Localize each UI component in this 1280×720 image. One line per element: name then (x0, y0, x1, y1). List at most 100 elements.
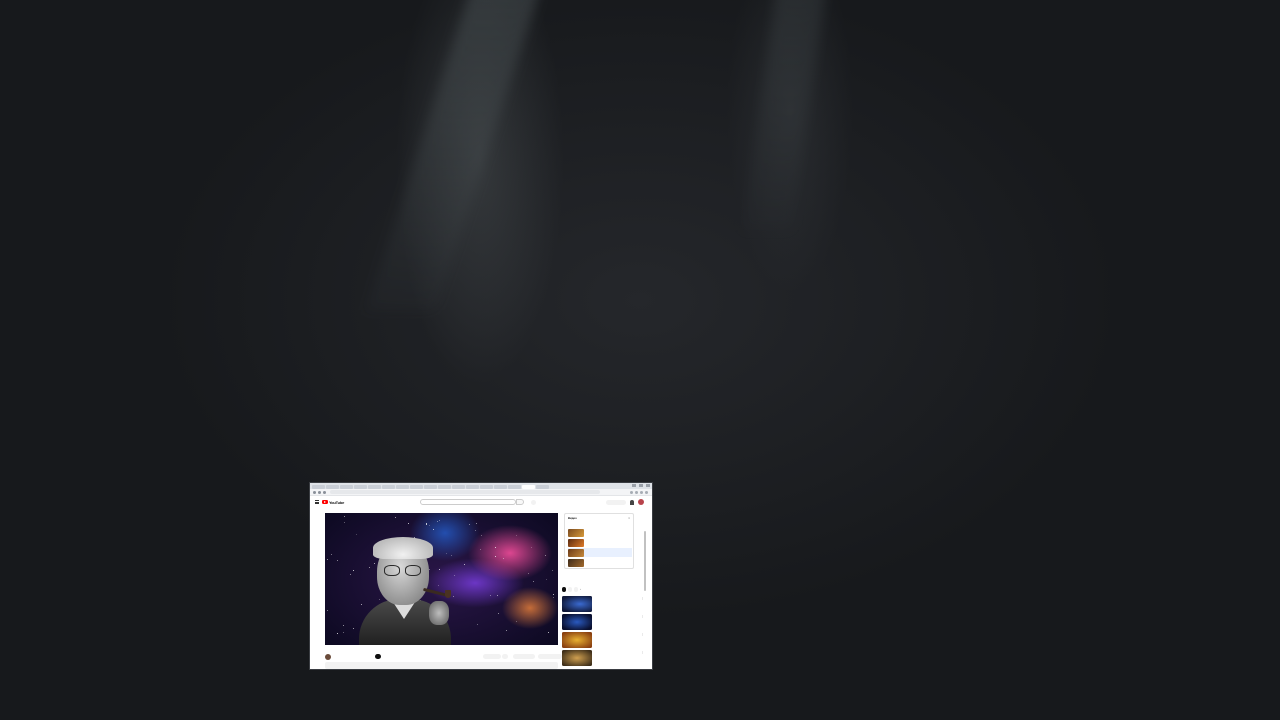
star-dot (428, 524, 430, 526)
extension-icon[interactable] (635, 490, 638, 494)
more-vert-icon[interactable]: ⋮ (642, 633, 645, 636)
share-button[interactable] (513, 654, 535, 659)
browser-tab[interactable] (438, 484, 451, 489)
browser-tab[interactable] (536, 484, 549, 489)
channel-row (325, 653, 570, 660)
youtube-wordmark: YouTube (329, 499, 345, 505)
star-dot (475, 530, 477, 532)
recommended-video-thumbnail (562, 596, 592, 612)
star-dot (407, 522, 409, 524)
browser-tab[interactable] (382, 484, 395, 489)
more-vert-icon[interactable]: ⋮ (642, 615, 645, 618)
search-input[interactable] (420, 499, 516, 505)
star-dot (437, 521, 439, 523)
star-dot (552, 597, 554, 599)
youtube-header: YouTube (310, 496, 652, 508)
reload-icon[interactable] (323, 490, 326, 494)
browser-tab[interactable] (368, 484, 381, 489)
star-dot (494, 547, 496, 549)
subscribe-button[interactable] (375, 654, 381, 659)
chip-all[interactable] (562, 587, 566, 592)
more-vert-icon[interactable]: ⋮ (642, 651, 645, 654)
playlist-item-thumbnail (568, 539, 584, 547)
recommended-video-thumbnail (562, 650, 592, 666)
playlist-item-current[interactable] (568, 548, 632, 557)
video-player[interactable] (325, 513, 558, 645)
profile-icon[interactable] (645, 490, 648, 494)
recommended-video-thumbnail (562, 632, 592, 648)
extension-icon[interactable] (640, 490, 643, 494)
minimize-icon[interactable] (632, 484, 636, 487)
star-dot (476, 522, 478, 524)
playlist-item[interactable] (568, 538, 632, 547)
playlist-item[interactable] (568, 558, 632, 567)
close-icon[interactable]: × (628, 516, 630, 520)
chevron-right-icon[interactable]: › (580, 587, 581, 593)
back-icon[interactable] (313, 490, 316, 494)
create-button[interactable] (606, 499, 626, 505)
star-dot (426, 524, 428, 526)
channel-avatar[interactable] (325, 653, 331, 660)
browser-window-thumbnail[interactable]: YouTube Видео × › ⋮ ⋮ ⋮ ⋮ (310, 483, 652, 669)
browser-tab[interactable] (494, 484, 507, 489)
dislike-button[interactable] (502, 654, 508, 659)
browser-tab[interactable] (340, 484, 353, 489)
playlist-item-title (586, 549, 632, 557)
star-dot (330, 554, 332, 556)
video-description[interactable] (325, 662, 558, 669)
star-dot (480, 534, 482, 536)
hamburger-menu-icon[interactable] (315, 500, 319, 504)
right-column: Видео × › ⋮ ⋮ ⋮ ⋮ (562, 513, 646, 669)
chip[interactable] (574, 587, 578, 592)
star-dot (516, 620, 518, 622)
search-icon[interactable] (516, 499, 524, 505)
download-button[interactable] (538, 654, 562, 659)
browser-tab[interactable] (466, 484, 479, 489)
star-dot (502, 558, 504, 560)
microphone-icon[interactable] (531, 499, 536, 505)
like-button[interactable] (483, 654, 501, 659)
maximize-icon[interactable] (639, 484, 643, 487)
filter-chips: › (562, 587, 646, 593)
youtube-logo[interactable]: YouTube (322, 500, 345, 505)
recommended-video-title (594, 614, 640, 629)
playlist-item[interactable] (568, 528, 632, 537)
browser-tab[interactable] (354, 484, 367, 489)
close-icon[interactable] (646, 484, 650, 487)
recommended-video-title (594, 650, 640, 665)
star-dot (476, 624, 478, 626)
star-dot (343, 515, 345, 517)
browser-tab[interactable] (480, 484, 493, 489)
url-input[interactable] (330, 490, 600, 494)
recommended-video[interactable]: ⋮ (562, 596, 646, 614)
star-dot (528, 573, 530, 575)
recommended-video[interactable]: ⋮ (562, 632, 646, 650)
browser-tab[interactable] (326, 484, 339, 489)
chip[interactable] (568, 587, 572, 592)
star-dot (506, 630, 508, 632)
extension-icon[interactable] (630, 490, 633, 494)
star-dot (356, 534, 358, 536)
browser-tab[interactable] (508, 484, 521, 489)
more-vert-icon[interactable]: ⋮ (642, 597, 645, 600)
browser-tab[interactable] (410, 484, 423, 489)
star-dot (343, 631, 345, 633)
notifications-bell-icon[interactable] (630, 499, 634, 505)
browser-tab[interactable] (396, 484, 409, 489)
star-dot (497, 613, 499, 615)
browser-tab[interactable] (424, 484, 437, 489)
video-title (325, 647, 558, 651)
forward-icon[interactable] (318, 490, 321, 494)
recommended-video[interactable]: ⋮ (562, 650, 646, 668)
browser-tab[interactable] (452, 484, 465, 489)
playlist-panel: Видео × (564, 513, 634, 569)
account-avatar[interactable] (638, 499, 644, 505)
browser-tab[interactable] (312, 484, 325, 489)
browser-tab-active[interactable] (522, 484, 535, 489)
recommended-video[interactable]: ⋮ (562, 614, 646, 632)
scrollbar[interactable] (644, 531, 646, 591)
star-dot (531, 546, 533, 548)
star-dot (432, 529, 434, 530)
star-dot (494, 556, 496, 558)
star-dot (552, 594, 554, 596)
